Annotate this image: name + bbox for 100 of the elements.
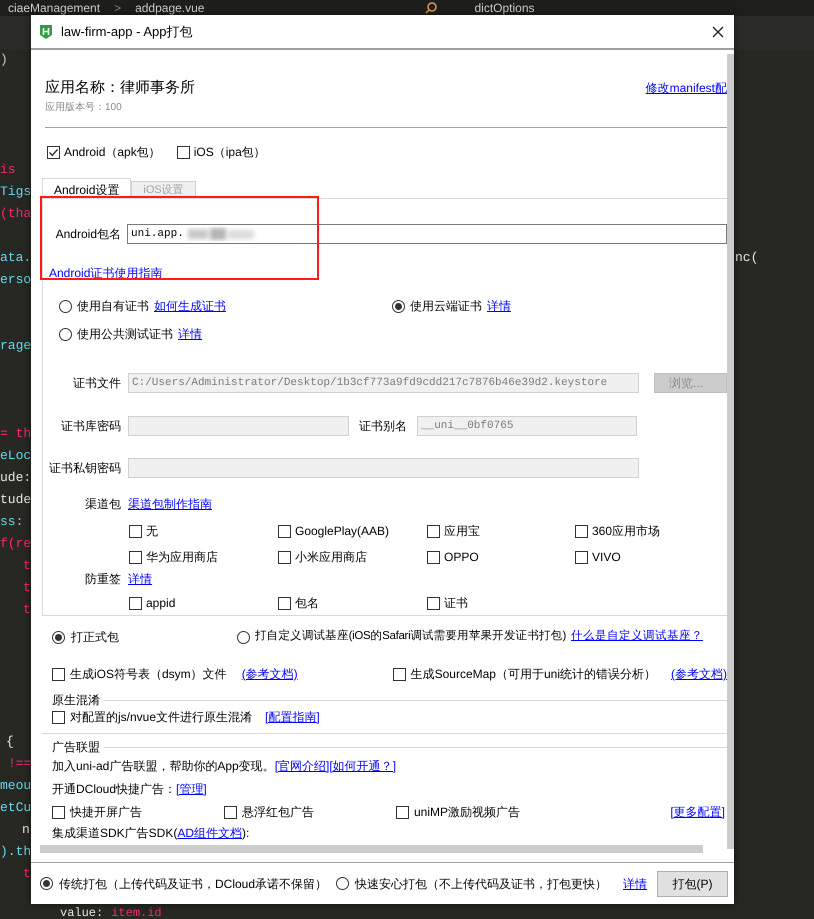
field-label: 防重签 — [85, 572, 121, 586]
code-text: tude — [0, 491, 32, 510]
code-text: t — [23, 557, 31, 576]
link[interactable]: AD组件文档 — [177, 824, 242, 842]
code-text: t — [23, 601, 31, 620]
checkbox[interactable] — [575, 550, 588, 564]
checkbox[interactable] — [278, 596, 291, 610]
code-text: !== — [8, 755, 32, 774]
option-label: 使用公共测试证书 — [77, 326, 173, 343]
code-text: t — [23, 865, 31, 884]
code-text: { — [6, 733, 14, 752]
code-text: (tha — [0, 205, 32, 224]
link[interactable]: [官网介绍] — [274, 757, 330, 775]
radio-button[interactable] — [336, 877, 349, 890]
link[interactable]: 详情 — [623, 876, 647, 890]
app-version: 应用版本号：100 — [45, 100, 122, 114]
radio-button[interactable] — [237, 630, 250, 644]
app-logo-icon — [40, 24, 52, 38]
link[interactable]: [更多配置] — [670, 805, 725, 819]
option-label: iOS（ipa包） — [194, 144, 266, 161]
field-label: 渠道包 — [85, 497, 121, 511]
field-label: 证书别名 — [359, 419, 407, 433]
checkbox[interactable] — [224, 806, 237, 818]
link[interactable]: 详情 — [487, 297, 511, 315]
checkbox[interactable] — [52, 806, 65, 818]
checkbox[interactable] — [427, 596, 440, 610]
code-text: ) — [0, 51, 8, 70]
option-label: uniMP激励视频广告 — [414, 804, 520, 821]
breadcrumb-separator: > — [114, 0, 122, 17]
option-label: 悬浮红包广告 — [242, 804, 314, 821]
link[interactable]: 详情 — [128, 572, 152, 586]
option-label: 快速安心打包（不上传代码及证书，打包更快） — [355, 876, 607, 892]
code-text: = th — [0, 425, 32, 444]
horizontal-scrollbar[interactable] — [40, 845, 703, 853]
checkbox[interactable] — [129, 524, 142, 538]
link[interactable]: 渠道包制作指南 — [128, 497, 212, 511]
option-label: 无 — [146, 523, 158, 540]
option-label: 华为应用商店 — [146, 549, 218, 566]
link[interactable]: [配置指南] — [265, 710, 320, 724]
link[interactable]: [管理] — [176, 780, 207, 798]
vertical-scrollbar[interactable] — [727, 54, 734, 849]
close-icon[interactable] — [712, 26, 724, 38]
link[interactable]: [如何开通？] — [329, 757, 396, 775]
code-text: nc( — [735, 250, 758, 266]
code-text: f(re — [0, 535, 32, 554]
code-text: n — [22, 821, 30, 840]
checkbox[interactable] — [392, 668, 406, 680]
checkbox[interactable] — [129, 550, 142, 564]
link[interactable]: (参考文档) — [671, 667, 727, 681]
breadcrumb-item[interactable]: ciaeManagement — [8, 0, 100, 17]
radio-button[interactable] — [392, 300, 405, 312]
link[interactable]: (参考文档) — [242, 667, 298, 681]
radio-button[interactable] — [52, 630, 65, 644]
package-button[interactable]: 打包(P) — [657, 870, 728, 896]
ad-sdk-text: 集成渠道SDK广告SDK( — [52, 825, 178, 842]
checkbox[interactable] — [129, 596, 142, 610]
checkbox[interactable] — [427, 550, 440, 564]
option-label: 打正式包 — [71, 629, 119, 646]
link[interactable]: 什么是自定义调试基座？ — [570, 630, 703, 642]
link[interactable]: 详情 — [178, 325, 202, 343]
radio-button[interactable] — [59, 328, 72, 340]
code-text: etCu — [0, 799, 32, 818]
option-label: 360应用市场 — [592, 523, 660, 540]
link[interactable]: 如何生成证书 — [154, 297, 226, 315]
radio-button[interactable] — [59, 300, 72, 312]
code-text: eLoc — [0, 447, 32, 466]
checkbox[interactable] — [396, 806, 409, 818]
code-text: ata. — [0, 249, 32, 268]
checkbox[interactable] — [47, 146, 60, 158]
checkbox[interactable] — [176, 146, 190, 158]
field-label: 证书文件 — [73, 376, 121, 390]
code-text: value: — [60, 907, 104, 919]
option-label: 包名 — [295, 595, 319, 612]
checkbox[interactable] — [52, 668, 65, 680]
group-title: 广告联盟 — [52, 740, 100, 754]
option-label: OPPO — [444, 549, 479, 566]
checkbox[interactable] — [52, 710, 65, 724]
checkbox[interactable] — [278, 550, 291, 564]
checkbox[interactable] — [575, 524, 588, 538]
option-label: 证书 — [444, 595, 468, 612]
option-label: 生成iOS符号表（dsym）文件 — [70, 666, 227, 683]
search-icon — [424, 1, 438, 15]
tab[interactable]: Android设置 — [42, 178, 132, 198]
checkbox[interactable] — [427, 524, 440, 538]
link[interactable]: 修改manifest配 — [646, 81, 727, 95]
breadcrumb-item[interactable]: addpage.vue — [135, 0, 204, 17]
ad-dcloud-text: 开通DCloud快捷广告： — [52, 781, 176, 798]
checkbox[interactable] — [278, 524, 291, 538]
radio-button[interactable] — [40, 877, 53, 890]
text-field[interactable]: uni.app. — [127, 224, 727, 244]
field-label: Android包名 — [56, 227, 121, 241]
code-text: rage — [0, 337, 32, 356]
code-text: item.id — [111, 907, 162, 919]
code-text: ss: — [0, 513, 24, 532]
code-text: is — [0, 161, 16, 180]
option-label: 快捷开屏广告 — [70, 804, 142, 821]
search-text: dictOptions — [474, 0, 535, 17]
ad-intro-text: 加入uni-ad广告联盟，帮助你的App变现。 — [52, 758, 275, 775]
option-label: 对配置的js/nvue文件进行原生混淆 — [70, 709, 252, 726]
code-text: meou — [0, 777, 32, 796]
